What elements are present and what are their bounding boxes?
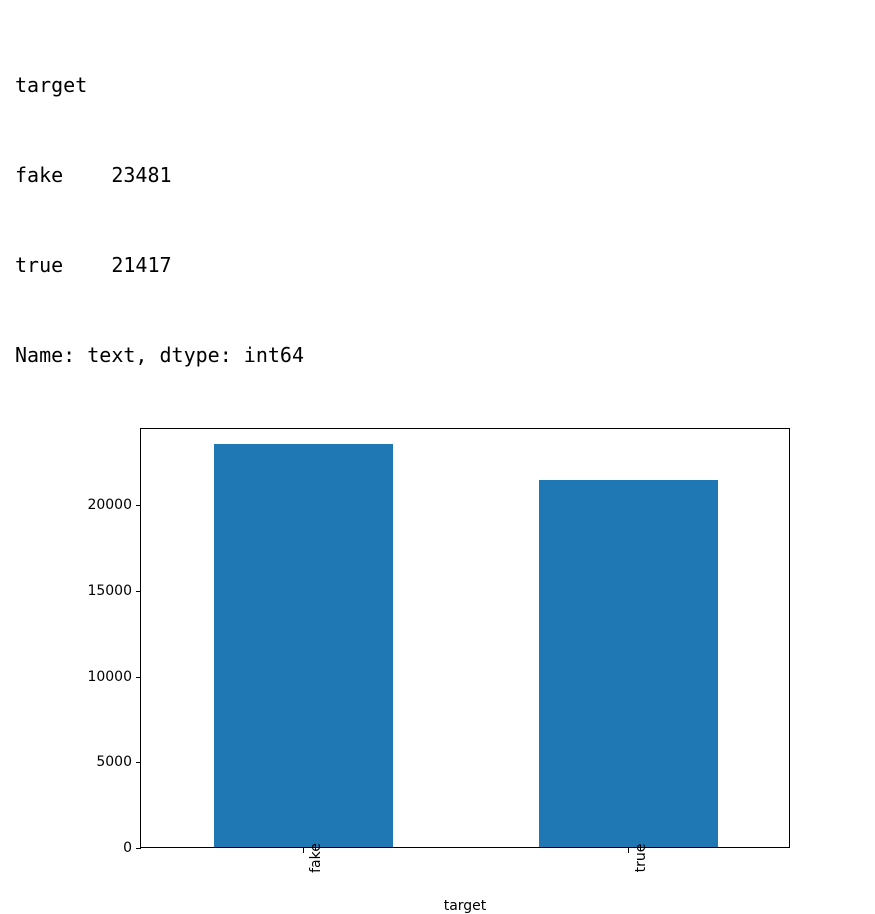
pandas-series-output: target fake 23481 true 21417 Name: text,… <box>15 10 860 400</box>
x-tick-label: fake <box>308 843 324 873</box>
bar-chart: 05000100001500020000 target faketrue <box>15 408 860 878</box>
bar-fake <box>214 444 393 847</box>
x-tick-label: true <box>633 844 649 873</box>
output-header: target <box>15 70 860 100</box>
y-tick-label: 0 <box>72 840 132 856</box>
y-tick-label: 20000 <box>72 497 132 513</box>
output-dtype: Name: text, dtype: int64 <box>15 340 860 370</box>
output-row-true: true 21417 <box>15 250 860 280</box>
plot-area <box>140 428 790 848</box>
y-tick-label: 10000 <box>72 669 132 685</box>
output-row-fake: fake 23481 <box>15 160 860 190</box>
y-tick-label: 15000 <box>72 583 132 599</box>
y-axis: 05000100001500020000 <box>70 428 140 848</box>
bar-true <box>539 480 718 847</box>
y-tick-label: 5000 <box>72 754 132 770</box>
x-axis-label: target <box>140 898 790 914</box>
